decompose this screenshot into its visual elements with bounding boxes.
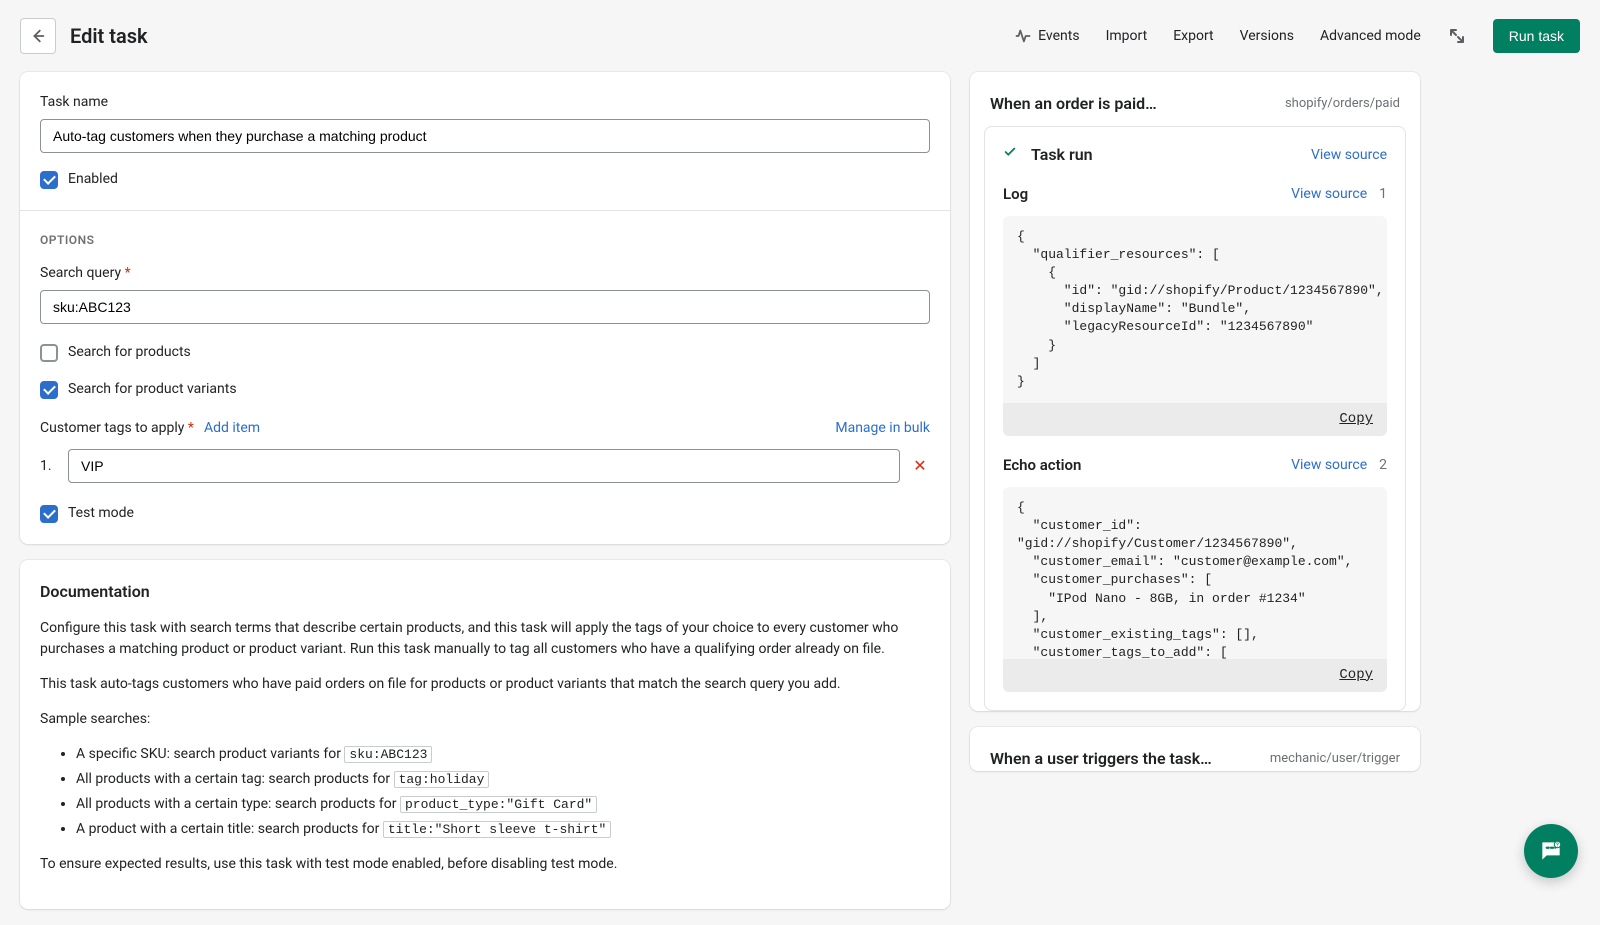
tag-index: 1. <box>40 456 58 477</box>
view-source-link[interactable]: View source <box>1291 455 1367 476</box>
events-link[interactable]: Events <box>1014 26 1079 47</box>
manage-bulk-link[interactable]: Manage in bulk <box>835 418 930 439</box>
tag-input[interactable] <box>68 449 900 483</box>
doc-paragraph: To ensure expected results, use this tas… <box>40 854 930 875</box>
task-name-input[interactable] <box>40 119 930 153</box>
view-source-link[interactable]: View source <box>1291 184 1367 205</box>
doc-paragraph: This task auto-tags customers who have p… <box>40 674 930 695</box>
doc-paragraph: Sample searches: <box>40 709 930 730</box>
event-trigger: shopify/orders/paid <box>1285 94 1400 114</box>
chat-icon: ? <box>1538 838 1564 864</box>
back-button[interactable] <box>20 18 56 54</box>
remove-tag-icon[interactable]: ✕ <box>910 454 930 478</box>
versions-link[interactable]: Versions <box>1240 26 1294 47</box>
enabled-checkbox[interactable] <box>40 171 58 189</box>
log-code: { "qualifier_resources": [ { "id": "gid:… <box>1003 216 1387 404</box>
log-number: 1 <box>1379 184 1387 205</box>
copy-link[interactable]: Copy <box>1339 667 1373 683</box>
svg-text:?: ? <box>1556 843 1559 849</box>
task-name-label: Task name <box>40 92 930 113</box>
search-products-checkbox[interactable] <box>40 344 58 362</box>
enabled-label: Enabled <box>68 169 118 190</box>
task-run-title: Task run <box>1031 143 1093 167</box>
event-title: When an order is paid… <box>990 92 1157 116</box>
log-title: Log <box>1003 183 1028 206</box>
copy-link[interactable]: Copy <box>1339 411 1373 427</box>
export-link[interactable]: Export <box>1173 26 1213 47</box>
check-icon <box>1003 145 1017 166</box>
tags-label: Customer tags to apply * <box>40 418 194 439</box>
search-variants-checkbox[interactable] <box>40 381 58 399</box>
pulse-icon <box>1014 27 1032 45</box>
add-item-link[interactable]: Add item <box>204 418 260 439</box>
search-query-input[interactable] <box>40 290 930 324</box>
test-mode-checkbox[interactable] <box>40 505 58 523</box>
search-products-label: Search for products <box>68 342 191 363</box>
arrow-left-icon <box>29 27 47 45</box>
search-variants-label: Search for product variants <box>68 379 237 400</box>
run-task-button[interactable]: Run task <box>1493 19 1580 53</box>
echo-number: 2 <box>1379 455 1387 476</box>
options-caption: OPTIONS <box>40 231 930 249</box>
doc-paragraph: Configure this task with search terms th… <box>40 618 930 660</box>
view-source-link[interactable]: View source <box>1311 145 1387 166</box>
doc-list-item: A specific SKU: search product variants … <box>76 744 930 765</box>
test-mode-label: Test mode <box>68 503 134 524</box>
echo-code: { "customer_id": "gid://shopify/Customer… <box>1003 487 1387 659</box>
page-title: Edit task <box>70 21 148 51</box>
advanced-mode-link[interactable]: Advanced mode <box>1320 26 1421 47</box>
event-title: When a user triggers the task… <box>990 747 1212 771</box>
help-chat-button[interactable]: ? <box>1524 824 1578 878</box>
echo-title: Echo action <box>1003 454 1081 477</box>
documentation-title: Documentation <box>40 580 930 604</box>
doc-list-item: A product with a certain title: search p… <box>76 819 930 840</box>
import-link[interactable]: Import <box>1106 26 1148 47</box>
expand-icon[interactable] <box>1447 26 1467 46</box>
doc-list-item: All products with a certain tag: search … <box>76 769 930 790</box>
event-trigger: mechanic/user/trigger <box>1270 749 1400 769</box>
doc-list-item: All products with a certain type: search… <box>76 794 930 815</box>
search-query-label: Search query * <box>40 263 930 284</box>
